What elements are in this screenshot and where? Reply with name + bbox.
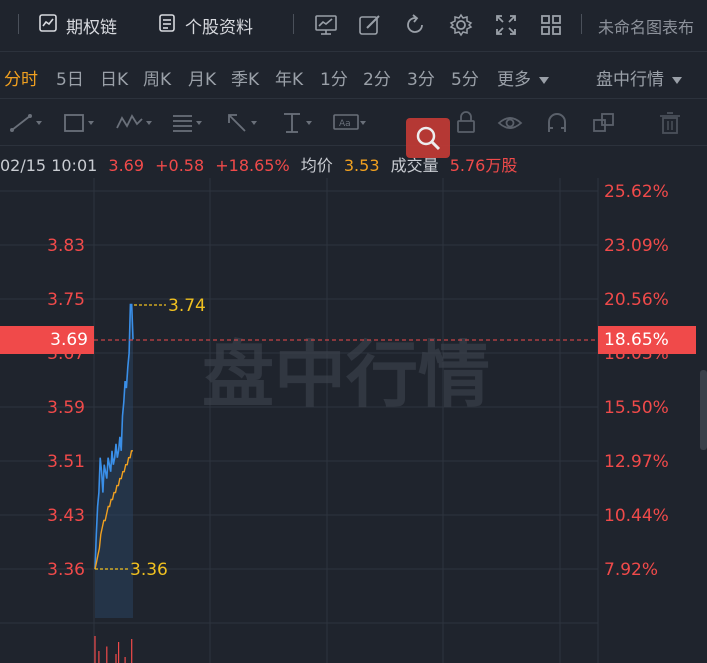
divider	[18, 14, 19, 34]
refresh-icon[interactable]	[402, 12, 428, 38]
more-label: 更多	[497, 70, 531, 90]
avg-price-value: 3.53	[343, 156, 380, 175]
lock-icon[interactable]	[453, 110, 479, 136]
high-label: 3.74	[168, 296, 206, 316]
y-axis-tick-left: 3.43	[47, 506, 85, 526]
rectangle-tool-icon[interactable]	[62, 110, 98, 136]
text-tool-icon[interactable]: Aa	[332, 110, 368, 136]
chevron-down-icon	[539, 76, 549, 84]
more-periods-dropdown[interactable]: 更多	[497, 65, 549, 90]
stock-info-label: 个股资料	[185, 17, 253, 38]
top-toolbar: 期权链 个股资料 未命名图表布	[0, 0, 707, 52]
y-axis-tick-left: 3.36	[47, 560, 85, 580]
wave-tool-icon[interactable]	[115, 110, 155, 136]
period-tab-weekly[interactable]: 周K	[143, 65, 171, 90]
eye-icon[interactable]	[497, 110, 523, 136]
chart-canvas[interactable]: 盘中行情3.833.753.673.593.513.433.3625.62%23…	[0, 178, 707, 663]
quote-change: +0.58	[155, 156, 205, 175]
y-axis-tick-right: 20.56%	[604, 290, 669, 310]
avg-price-label: 均价	[300, 156, 333, 175]
y-axis-tick-right: 12.97%	[604, 452, 669, 472]
period-tab-5day[interactable]: 5日	[56, 65, 84, 90]
grid-layout-icon[interactable]	[538, 12, 564, 38]
indicator-icon[interactable]	[313, 12, 339, 38]
y-axis-tick-left: 3.83	[47, 236, 85, 256]
y-axis-tick-right: 23.09%	[604, 236, 669, 256]
scrollbar-handle[interactable]	[700, 370, 707, 450]
period-tab-yearly[interactable]: 年K	[275, 65, 303, 90]
trash-icon[interactable]	[657, 110, 683, 136]
y-axis-tick-left: 3.75	[47, 290, 85, 310]
period-tab-5min[interactable]: 5分	[451, 65, 479, 90]
fullscreen-icon[interactable]	[493, 12, 519, 38]
watermark-text: 盘中行情	[202, 333, 490, 417]
chart-box-icon	[38, 13, 58, 38]
volume-bar	[131, 639, 133, 663]
current-pct-tag: 18.65%	[598, 326, 696, 354]
volume-label: 成交量	[390, 156, 439, 175]
period-tab-daily[interactable]: 日K	[100, 65, 128, 90]
quote-change-pct: +18.65%	[215, 156, 290, 175]
search-icon	[416, 126, 441, 151]
chart-layout-name[interactable]: 未命名图表布	[598, 14, 694, 38]
trend-line-tool-icon[interactable]	[8, 110, 44, 136]
y-axis-tick-right: 15.50%	[604, 398, 669, 418]
volume-bar	[115, 654, 117, 663]
current-price-tag: 3.69	[0, 326, 94, 354]
fibonacci-tool-icon[interactable]	[170, 110, 206, 136]
volume-bar	[106, 646, 108, 663]
low-label: 3.36	[130, 560, 168, 580]
divider	[581, 14, 582, 34]
chevron-down-icon	[672, 76, 682, 84]
option-chain-button[interactable]: 期权链	[38, 10, 117, 40]
period-tab-1min[interactable]: 1分	[320, 65, 348, 90]
period-tab-quarterly[interactable]: 季K	[231, 65, 259, 90]
search-button[interactable]	[406, 118, 450, 158]
market-mode-dropdown[interactable]: 盘中行情	[596, 65, 682, 90]
period-bar: 分时 5日 日K 周K 月K 季K 年K 1分 2分 3分 5分 更多 盘中行情	[0, 53, 707, 99]
mode-label: 盘中行情	[596, 70, 664, 90]
quote-datetime: 02/15 10:01	[0, 156, 98, 175]
svg-text:Aa: Aa	[339, 119, 351, 129]
divider	[293, 14, 294, 34]
period-tab-intraday[interactable]: 分时	[4, 65, 38, 90]
y-axis-tick-left: 3.59	[47, 398, 85, 418]
document-icon	[157, 13, 177, 38]
period-tab-2min[interactable]: 2分	[363, 65, 391, 90]
volume-bar	[118, 642, 120, 663]
period-tab-3min[interactable]: 3分	[407, 65, 435, 90]
arrow-tool-icon[interactable]	[225, 110, 261, 136]
edit-icon[interactable]	[357, 12, 383, 38]
y-axis-tick-right: 25.62%	[604, 182, 669, 202]
drawing-toolbar: Aa	[0, 100, 707, 146]
stock-info-button[interactable]: 个股资料	[157, 10, 253, 40]
y-axis-tick-right: 10.44%	[604, 506, 669, 526]
volume-bar	[98, 651, 100, 663]
y-axis-tick-right: 7.92%	[604, 560, 658, 580]
period-tab-monthly[interactable]: 月K	[188, 65, 216, 90]
price-range-tool-icon[interactable]	[280, 110, 316, 136]
volume-bar	[94, 636, 96, 663]
magnet-icon[interactable]	[544, 110, 570, 136]
clone-icon[interactable]	[591, 110, 617, 136]
intraday-chart[interactable]: 盘中行情 3.83 3.75 3.67 3.59 3.51 3.43 3.36 25.62% 23…	[0, 178, 707, 663]
gear-icon[interactable]	[448, 12, 474, 38]
y-axis-tick-left: 3.51	[47, 452, 85, 472]
quote-price: 3.69	[108, 156, 145, 175]
option-chain-label: 期权链	[66, 17, 117, 38]
volume-bar	[124, 657, 126, 663]
volume-value: 5.76万股	[449, 156, 518, 175]
